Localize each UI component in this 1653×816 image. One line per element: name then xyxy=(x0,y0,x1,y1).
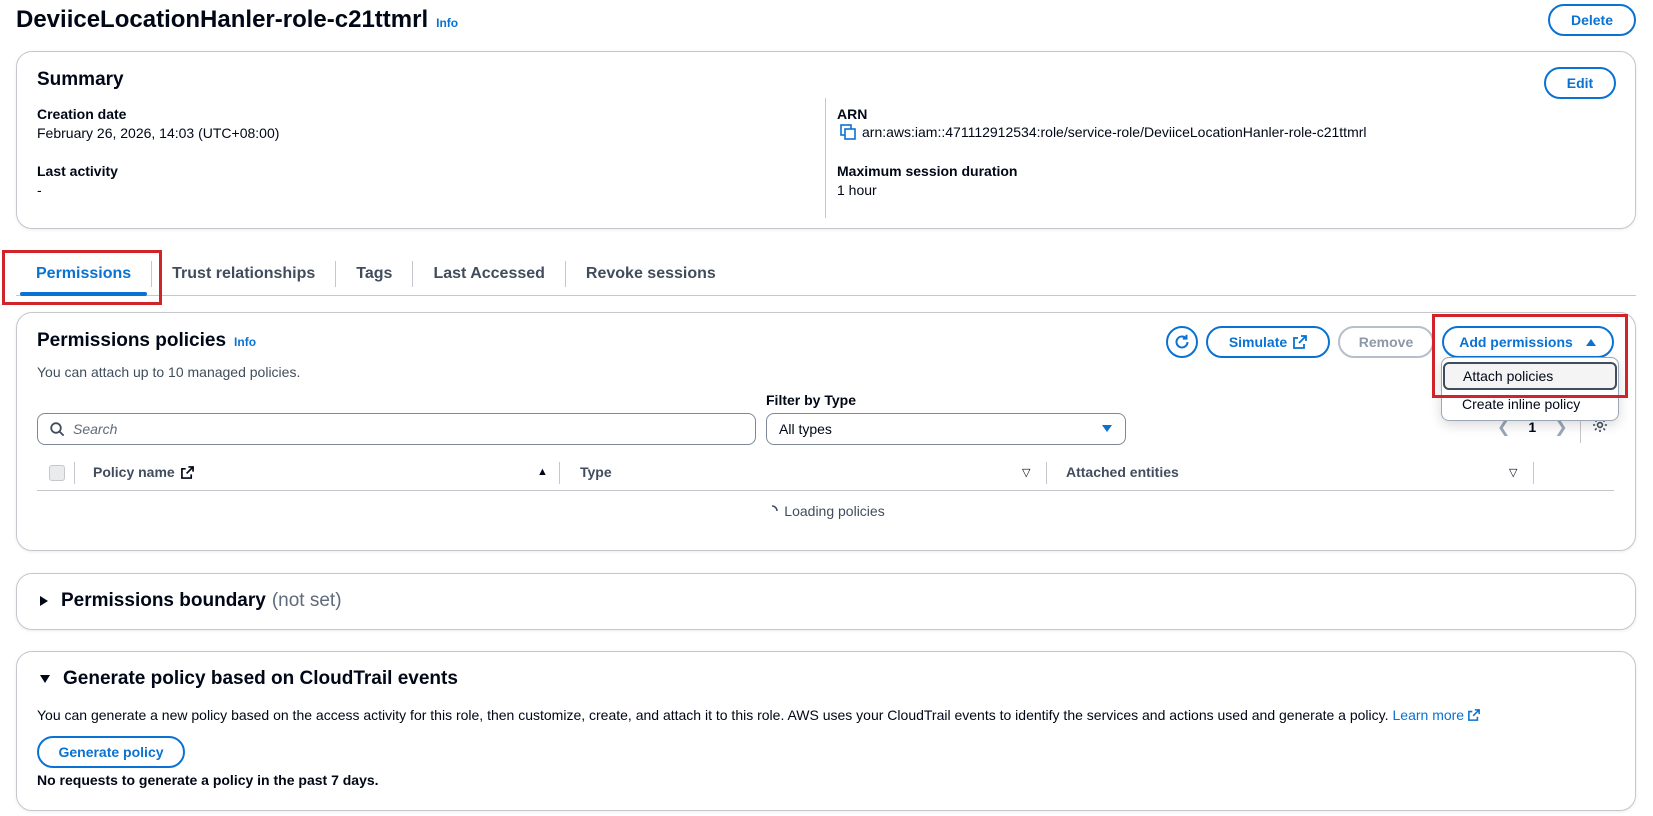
filter-type-select[interactable]: All types xyxy=(766,413,1126,445)
tab-permissions[interactable]: Permissions xyxy=(16,254,151,296)
arn-row: arn:aws:iam::471112912534:role/service-r… xyxy=(840,124,1367,140)
external-link-icon xyxy=(1468,709,1481,721)
generate-policy-panel: Generate policy based on CloudTrail even… xyxy=(16,651,1636,811)
policies-description: You can attach up to 10 managed policies… xyxy=(37,364,301,380)
policies-title: Permissions policies xyxy=(37,330,227,351)
learn-more-link[interactable]: Learn more xyxy=(1393,707,1481,723)
loading-indicator: Loading policies xyxy=(37,503,1614,519)
page-title: DeviiceLocationHanler-role-c21ttmrl xyxy=(16,6,429,33)
summary-panel: Summary Edit Creation date February 26, … xyxy=(16,51,1636,229)
tab-bar: Permissions Trust relationships Tags Las… xyxy=(16,252,1636,296)
search-icon xyxy=(50,421,65,437)
policy-name-label: Policy name xyxy=(93,464,175,480)
delete-button[interactable]: Delete xyxy=(1548,4,1636,36)
column-separator xyxy=(1533,462,1534,484)
last-activity-value: - xyxy=(37,182,42,198)
sort-icon[interactable]: ▽ xyxy=(1022,466,1030,479)
column-separator xyxy=(559,462,560,484)
permissions-policies-panel: Permissions policies Info You can attach… xyxy=(16,312,1636,551)
simulate-button[interactable]: Simulate xyxy=(1206,326,1330,358)
generate-policy-note: No requests to generate a policy in the … xyxy=(37,772,379,788)
search-box[interactable] xyxy=(37,413,756,445)
tab-revoke-sessions[interactable]: Revoke sessions xyxy=(566,254,736,294)
permissions-boundary-panel: Permissions boundary (not set) xyxy=(16,573,1636,630)
summary-title: Summary xyxy=(37,69,124,90)
generate-policy-toggle[interactable]: Generate policy based on CloudTrail even… xyxy=(39,668,458,690)
tab-tags[interactable]: Tags xyxy=(336,254,412,294)
tab-trust-relationships[interactable]: Trust relationships xyxy=(152,254,335,294)
copy-icon[interactable] xyxy=(840,124,856,140)
max-session-value: 1 hour xyxy=(837,182,877,198)
menu-item-attach-policies[interactable]: Attach policies xyxy=(1443,362,1617,390)
caret-down-icon xyxy=(39,674,51,684)
generate-policy-description: You can generate a new policy based on t… xyxy=(37,707,1481,723)
generate-policy-text: You can generate a new policy based on t… xyxy=(37,707,1389,723)
column-separator xyxy=(74,462,75,484)
current-page[interactable]: 1 xyxy=(1528,419,1536,435)
search-input[interactable] xyxy=(73,421,723,437)
arn-label: ARN xyxy=(837,106,868,122)
column-header-policy-name[interactable]: Policy name xyxy=(93,464,194,480)
learn-more-label: Learn more xyxy=(1392,707,1465,723)
generate-policy-title: Generate policy based on CloudTrail even… xyxy=(63,668,458,689)
arn-value: arn:aws:iam::471112912534:role/service-r… xyxy=(862,124,1367,140)
creation-date-label: Creation date xyxy=(37,106,127,122)
menu-item-create-inline-policy[interactable]: Create inline policy xyxy=(1462,396,1580,412)
caret-down-icon xyxy=(1101,424,1113,434)
generate-policy-button[interactable]: Generate policy xyxy=(37,736,185,768)
summary-divider xyxy=(825,98,826,218)
loading-text: Loading policies xyxy=(784,503,885,519)
column-header-attached-entities[interactable]: Attached entities xyxy=(1066,464,1179,480)
caret-up-icon xyxy=(1585,337,1597,347)
max-session-label: Maximum session duration xyxy=(837,163,1018,179)
spinner-icon xyxy=(766,505,779,517)
column-header-type[interactable]: Type xyxy=(580,464,612,480)
refresh-icon xyxy=(1173,333,1191,351)
add-permissions-button[interactable]: Add permissions xyxy=(1442,326,1614,358)
policies-info-link[interactable]: Info xyxy=(234,335,256,349)
permissions-boundary-toggle[interactable]: Permissions boundary (not set) xyxy=(39,590,342,612)
last-activity-label: Last activity xyxy=(37,163,118,179)
simulate-label: Simulate xyxy=(1228,334,1288,350)
permissions-boundary-title: Permissions boundary xyxy=(61,590,266,611)
sort-ascending-icon[interactable]: ▲ xyxy=(537,466,548,478)
refresh-button[interactable] xyxy=(1166,326,1198,358)
add-permissions-label: Add permissions xyxy=(1459,334,1573,350)
title-info-link[interactable]: Info xyxy=(436,16,458,30)
permissions-boundary-status: (not set) xyxy=(271,590,342,611)
edit-button[interactable]: Edit xyxy=(1544,67,1616,99)
policies-header: Permissions policies Info xyxy=(37,330,256,352)
add-permissions-dropdown: Attach policies Create inline policy xyxy=(1441,357,1619,421)
sort-icon[interactable]: ▽ xyxy=(1509,466,1517,479)
page-header: DeviiceLocationHanler-role-c21ttmrl Info xyxy=(16,6,458,34)
filter-by-type-label: Filter by Type xyxy=(766,392,856,408)
column-separator xyxy=(1046,462,1047,484)
remove-button[interactable]: Remove xyxy=(1338,326,1434,358)
filter-type-value: All types xyxy=(779,421,832,437)
creation-date-value: February 26, 2026, 14:03 (UTC+08:00) xyxy=(37,125,280,141)
external-link-icon xyxy=(1293,335,1308,349)
policies-table-header: Policy name ▲ Type ▽ Attached entities ▽ xyxy=(37,454,1614,491)
tab-last-accessed[interactable]: Last Accessed xyxy=(413,254,564,294)
caret-right-icon xyxy=(39,595,49,607)
external-link-icon xyxy=(180,465,194,479)
select-all-checkbox[interactable] xyxy=(49,465,65,481)
